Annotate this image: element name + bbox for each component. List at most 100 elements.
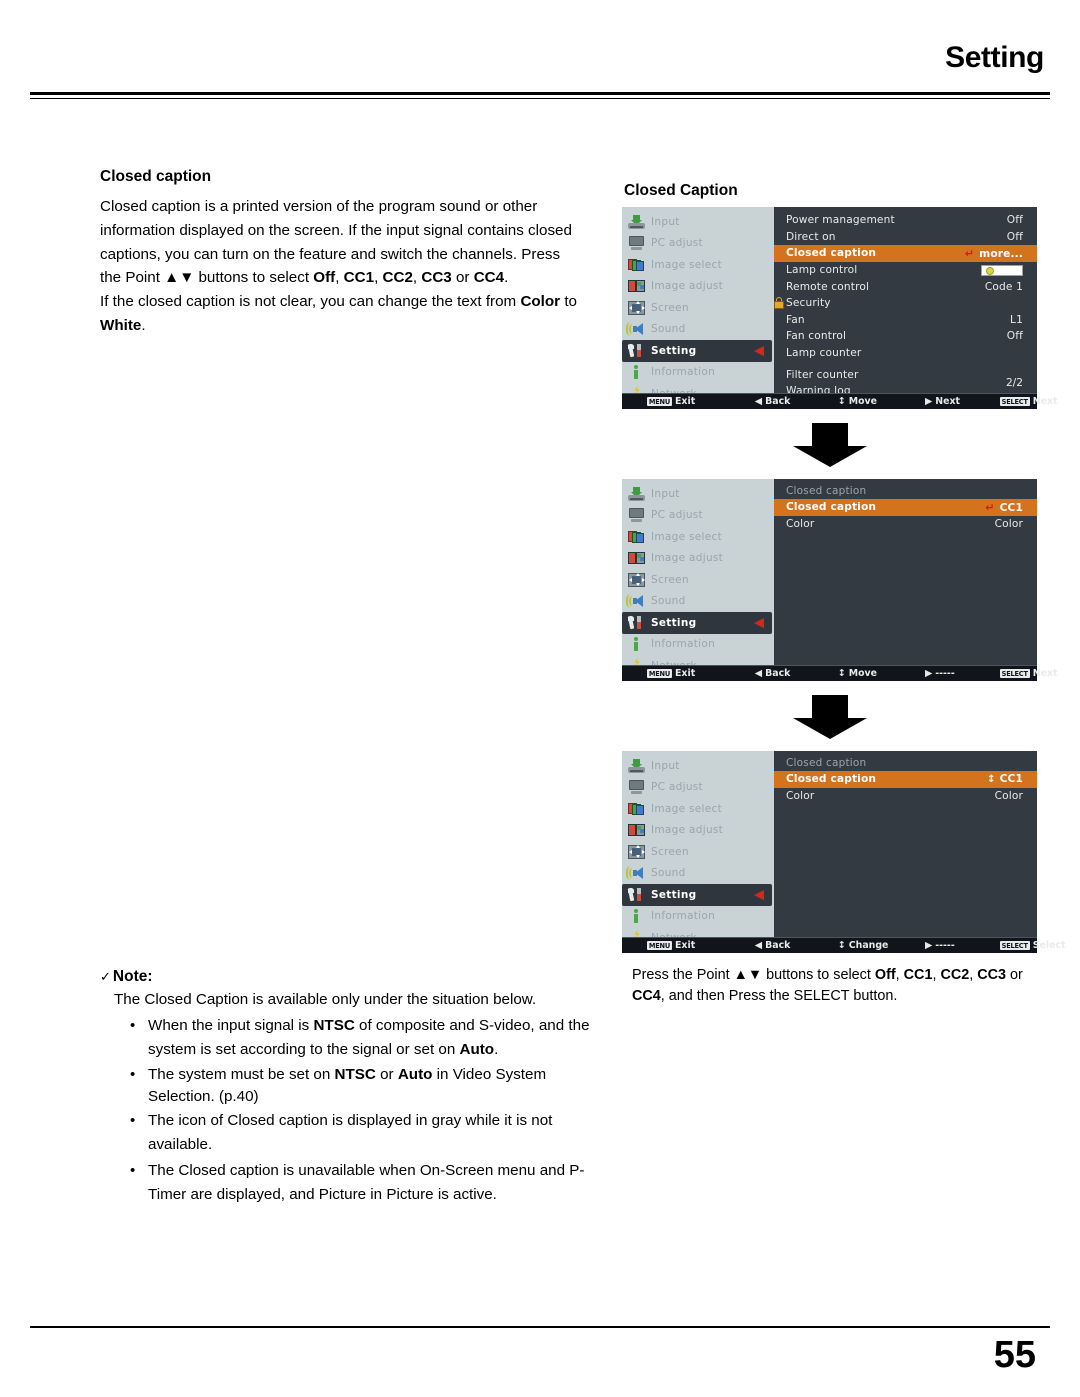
osd3-sidebar-item-image-select[interactable]: Image select bbox=[622, 798, 774, 820]
select-key-badge: SELECT bbox=[999, 397, 1030, 406]
osd2-sidebar-item-sound[interactable]: Sound bbox=[622, 591, 774, 613]
osd-row-label: Color bbox=[786, 517, 815, 530]
sidebar-item-label: Sound bbox=[651, 323, 686, 336]
sidebar-item-label: Screen bbox=[651, 301, 689, 314]
paragraph-1: Closed caption is a printed version of t… bbox=[100, 198, 572, 287]
osd1-sidebar-item-image-select[interactable]: Image select bbox=[622, 254, 774, 276]
bullet-dot-icon: • bbox=[130, 1162, 136, 1179]
osd-row-label: Remote control bbox=[786, 280, 870, 293]
sidebar-item-label: PC adjust bbox=[651, 781, 703, 794]
osd1-sidebar: Input PC adjust Image select Image adjust Sc… bbox=[622, 207, 783, 401]
input-icon bbox=[628, 214, 645, 229]
osd-row-value: ↵ more... bbox=[965, 247, 1023, 260]
osd2-sidebar-item-input[interactable]: Input bbox=[622, 483, 774, 505]
osd-menu-row[interactable]: Security bbox=[774, 295, 1037, 312]
osd3-sidebar-item-sound[interactable]: Sound bbox=[622, 863, 774, 885]
osd-menu-row[interactable]: Closed caption ↕ CC1 bbox=[774, 771, 1037, 788]
check-icon: ✓ bbox=[100, 969, 111, 984]
status-hint-label: Select bbox=[1032, 940, 1066, 951]
osd-menu-row[interactable]: Closed caption ↵ CC1 bbox=[774, 499, 1037, 516]
osd1-sidebar-item-information[interactable]: Information bbox=[622, 362, 774, 384]
osd-row-label: Fan bbox=[786, 313, 805, 326]
sidebar-item-label: Information bbox=[651, 366, 716, 379]
sidebar-item-label: Setting bbox=[651, 616, 697, 629]
osd-menu-row[interactable]: Warning log bbox=[774, 383, 1037, 393]
status-hint: SELECT Next bbox=[999, 396, 1057, 407]
slider-knob[interactable] bbox=[986, 266, 994, 275]
sidebar-item-label: PC adjust bbox=[651, 509, 703, 522]
osd3-sidebar-item-pc-adjust[interactable]: PC adjust bbox=[622, 777, 774, 799]
osd2-sidebar-item-setting[interactable]: Setting ◀ bbox=[622, 612, 772, 634]
status-hint-label: Next bbox=[1032, 668, 1058, 679]
osd2-sidebar-item-information[interactable]: Information bbox=[622, 634, 774, 656]
status-hint-label: Back bbox=[765, 940, 791, 951]
osd2-sidebar-item-image-adjust[interactable]: Image adjust bbox=[622, 548, 774, 570]
osd1-sidebar-item-pc-adjust[interactable]: PC adjust bbox=[622, 233, 774, 255]
osd-menu-row[interactable]: Closed caption ↵ more... bbox=[774, 245, 1037, 262]
status-glyph-icon: ↕ bbox=[837, 395, 846, 407]
status-hint-label: ----- bbox=[935, 668, 955, 679]
osd-menu-row[interactable]: Filter counter bbox=[774, 366, 1037, 383]
osd3-sidebar-item-image-adjust[interactable]: Image adjust bbox=[622, 820, 774, 842]
osd-row-value-text: L1 bbox=[1010, 313, 1023, 326]
osd-menu-row[interactable]: Color Color bbox=[774, 516, 1037, 533]
information-icon bbox=[628, 637, 645, 652]
status-hint-label: Back bbox=[765, 668, 791, 679]
osd-row-value-text: Color bbox=[994, 517, 1023, 530]
status-hint: ↕ Move bbox=[838, 668, 877, 679]
osd2-sidebar-item-image-select[interactable]: Image select bbox=[622, 526, 774, 548]
osd-menu-row[interactable]: Color Color bbox=[774, 788, 1037, 805]
osd-menu-row[interactable]: Direct on Off bbox=[774, 229, 1037, 246]
osd3-sidebar-item-setting[interactable]: Setting ◀ bbox=[622, 884, 772, 906]
left-text-column: Closed caption Closed caption is a print… bbox=[100, 168, 585, 338]
status-glyph-icon: ▶ bbox=[924, 395, 933, 407]
note-bullet-item: • The system must be set on NTSC or Auto … bbox=[130, 1066, 547, 1105]
osd-row-value-text: CC1 bbox=[999, 501, 1023, 514]
input-icon bbox=[628, 486, 645, 501]
osd-menu-row[interactable]: Lamp control bbox=[774, 262, 1037, 279]
image-adjust-icon bbox=[628, 279, 645, 293]
osd-menu-row[interactable]: Lamp counter bbox=[774, 345, 1037, 362]
flow-arrow-down-1 bbox=[792, 423, 867, 467]
sound-icon bbox=[626, 594, 645, 609]
osd-row-label: Closed caption bbox=[786, 773, 877, 786]
page-title: Setting bbox=[945, 41, 1044, 74]
osd1-main-panel: Power management Off Direct on Off Closed ca… bbox=[774, 207, 1037, 393]
osd2-sidebar-item-pc-adjust[interactable]: PC adjust bbox=[622, 505, 774, 527]
osd-row-value: Code 1 bbox=[985, 281, 1023, 293]
note-heading: ✓ Note: bbox=[100, 968, 590, 986]
status-glyph-icon: ↕ bbox=[837, 667, 846, 679]
osd2-sidebar-item-screen[interactable]: Screen bbox=[622, 569, 774, 591]
osd1-sidebar-item-sound[interactable]: Sound bbox=[622, 319, 774, 341]
osd-menu-row[interactable]: Remote control Code 1 bbox=[774, 278, 1037, 295]
osd-menu-row[interactable]: Fan control Off bbox=[774, 328, 1037, 345]
osd1-sidebar-item-setting[interactable]: Setting ◀ bbox=[622, 340, 772, 362]
osd-screenshot-3: Input PC adjust Image select Image adjust Sc… bbox=[622, 751, 1065, 953]
osd2-status-bar: MENU Exit ◀ Back ↕ Move ▶ ----- SELECT Next bbox=[622, 665, 1057, 681]
osd2-submenu-title: Closed caption bbox=[786, 485, 867, 497]
osd1-sidebar-item-image-adjust[interactable]: Image adjust bbox=[622, 276, 774, 298]
status-hint: ◀ Back bbox=[755, 940, 791, 951]
header-rule-thick bbox=[30, 92, 1050, 95]
osd-menu-row[interactable]: Fan L1 bbox=[774, 312, 1037, 329]
osd3-sidebar-item-information[interactable]: Information bbox=[622, 906, 774, 928]
osd3-sidebar-item-screen[interactable]: Screen bbox=[622, 841, 774, 863]
bullet-dot-icon: • bbox=[130, 1112, 136, 1129]
osd1-sidebar-item-screen[interactable]: Screen bbox=[622, 297, 774, 319]
osd3-sidebar-item-input[interactable]: Input bbox=[622, 755, 774, 777]
osd-row-label: Filter counter bbox=[786, 368, 859, 381]
sidebar-item-label: Screen bbox=[651, 573, 689, 586]
enter-arrow-icon: ↵ bbox=[964, 246, 975, 260]
osd-row-value-text: Off bbox=[1006, 230, 1023, 243]
menu-key-badge: MENU bbox=[646, 941, 673, 950]
sidebar-item-label: Image select bbox=[651, 802, 723, 815]
osd3-main-panel: Closed caption Closed caption ↕ CC1 Color Co… bbox=[774, 751, 1037, 937]
sound-icon bbox=[626, 322, 645, 337]
status-hint: ▶ Next bbox=[925, 396, 960, 407]
osd-menu-row[interactable]: Power management Off bbox=[774, 212, 1037, 229]
lamp-control-slider[interactable] bbox=[981, 264, 1023, 276]
setting-icon bbox=[627, 343, 645, 358]
osd-row-value-text: Color bbox=[994, 789, 1023, 802]
note-intro: The Closed Caption is available only und… bbox=[114, 991, 537, 1008]
osd1-sidebar-item-input[interactable]: Input bbox=[622, 211, 774, 233]
